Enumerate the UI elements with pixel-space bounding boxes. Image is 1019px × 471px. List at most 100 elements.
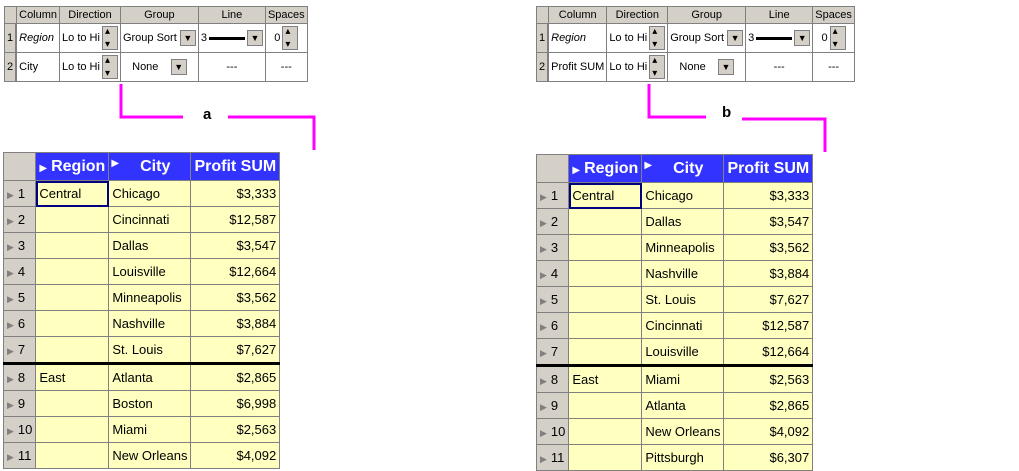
- city-cell[interactable]: Nashville: [641, 260, 725, 287]
- city-cell[interactable]: Chicago: [641, 182, 725, 209]
- region-cell[interactable]: [35, 284, 110, 311]
- region-cell[interactable]: [568, 286, 643, 313]
- region-cell[interactable]: [568, 312, 643, 339]
- city-cell[interactable]: Atlanta: [108, 362, 192, 391]
- profit-cell[interactable]: $4,092: [723, 418, 814, 445]
- row-arrow-icon: ▶: [540, 270, 547, 280]
- table-row[interactable]: ▶ 6 Nashville $3,884: [2, 310, 281, 337]
- city-cell[interactable]: St. Louis: [641, 286, 725, 313]
- profit-cell[interactable]: $2,865: [723, 392, 814, 419]
- region-cell[interactable]: [35, 232, 110, 259]
- region-cell[interactable]: [35, 310, 110, 337]
- table-row[interactable]: ▶ 2 Dallas $3,547: [535, 208, 814, 235]
- table-row[interactable]: ▶ 11 New Orleans $4,092: [2, 442, 281, 469]
- profit-cell[interactable]: $3,884: [190, 310, 281, 337]
- region-header[interactable]: ▶ Region: [35, 152, 110, 181]
- region-cell[interactable]: [35, 258, 110, 285]
- table-row[interactable]: ▶ 9 Atlanta $2,865: [535, 392, 814, 419]
- city-cell[interactable]: Cincinnati: [108, 206, 192, 233]
- city-cell[interactable]: Miami: [641, 364, 725, 393]
- profit-cell[interactable]: $7,627: [190, 336, 281, 364]
- profit-cell[interactable]: $12,587: [723, 312, 814, 339]
- region-cell[interactable]: [35, 336, 110, 364]
- table-row[interactable]: ▶ 7 Louisville $12,664: [535, 338, 814, 366]
- region-header[interactable]: ▶ Region: [568, 154, 643, 183]
- table-row[interactable]: ▶ 10 New Orleans $4,092: [535, 418, 814, 445]
- table-row[interactable]: ▶ 11 Pittsburgh $6,307: [535, 444, 814, 471]
- city-cell[interactable]: Miami: [108, 416, 192, 443]
- region-cell[interactable]: [568, 392, 643, 419]
- profit-cell[interactable]: $3,333: [723, 182, 814, 209]
- region-cell[interactable]: [35, 206, 110, 233]
- profit-cell[interactable]: $2,563: [190, 416, 281, 443]
- row-arrow-icon: ▶: [540, 296, 547, 306]
- profit-cell[interactable]: $7,627: [723, 286, 814, 313]
- profit-cell[interactable]: $3,333: [190, 180, 281, 207]
- table-row[interactable]: ▶ 3 Minneapolis $3,562: [535, 234, 814, 261]
- city-cell[interactable]: Louisville: [108, 258, 192, 285]
- row-number: 6: [550, 318, 559, 333]
- region-cell[interactable]: [568, 418, 643, 445]
- region-cell[interactable]: [568, 208, 643, 235]
- table-row[interactable]: ▶ 10 Miami $2,563: [2, 416, 281, 443]
- city-cell[interactable]: Minneapolis: [108, 284, 192, 311]
- data-grid: ▶ Region ▶ City Profit SUM ▶ 1 Central Chicag…: [535, 154, 814, 471]
- table-row[interactable]: ▶ 5 St. Louis $7,627: [535, 286, 814, 313]
- city-cell[interactable]: St. Louis: [108, 336, 192, 364]
- region-cell[interactable]: Central: [35, 180, 110, 207]
- region-cell[interactable]: [35, 390, 110, 417]
- profit-cell[interactable]: $3,547: [723, 208, 814, 235]
- table-row[interactable]: ▶ 9 Boston $6,998: [2, 390, 281, 417]
- city-header[interactable]: ▶ City: [641, 154, 725, 183]
- city-cell[interactable]: Atlanta: [641, 392, 725, 419]
- region-cell[interactable]: [568, 338, 643, 366]
- table-row[interactable]: ▶ 2 Cincinnati $12,587: [2, 206, 281, 233]
- table-row[interactable]: ▶ 4 Louisville $12,664: [2, 258, 281, 285]
- region-header-label: Region: [51, 157, 106, 175]
- region-cell[interactable]: [35, 416, 110, 443]
- profit-cell[interactable]: $12,587: [190, 206, 281, 233]
- table-row[interactable]: ▶ 5 Minneapolis $3,562: [2, 284, 281, 311]
- city-header[interactable]: ▶ City: [108, 152, 192, 181]
- city-cell[interactable]: Pittsburgh: [641, 444, 725, 471]
- profit-cell[interactable]: $3,562: [190, 284, 281, 311]
- table-row[interactable]: ▶ 8 East Atlanta $2,865: [2, 362, 281, 391]
- city-cell[interactable]: Nashville: [108, 310, 192, 337]
- table-row[interactable]: ▶ 8 East Miami $2,563: [535, 364, 814, 393]
- profit-cell[interactable]: $12,664: [190, 258, 281, 285]
- profit-cell[interactable]: $2,563: [723, 364, 814, 393]
- region-cell[interactable]: [35, 442, 110, 469]
- profit-cell[interactable]: $6,998: [190, 390, 281, 417]
- profit-header[interactable]: Profit SUM: [723, 154, 814, 183]
- region-cell[interactable]: East: [568, 364, 643, 393]
- table-row[interactable]: ▶ 7 St. Louis $7,627: [2, 336, 281, 364]
- city-cell[interactable]: Dallas: [641, 208, 725, 235]
- profit-cell[interactable]: $4,092: [190, 442, 281, 469]
- city-cell[interactable]: New Orleans: [641, 418, 725, 445]
- table-row[interactable]: ▶ 1 Central Chicago $3,333: [2, 180, 281, 207]
- city-cell[interactable]: Chicago: [108, 180, 192, 207]
- table-row[interactable]: ▶ 1 Central Chicago $3,333: [535, 182, 814, 209]
- table-row[interactable]: ▶ 3 Dallas $3,547: [2, 232, 281, 259]
- profit-cell[interactable]: $6,307: [723, 444, 814, 471]
- table-row[interactable]: ▶ 4 Nashville $3,884: [535, 260, 814, 287]
- row-header: ▶ 2: [535, 208, 570, 235]
- profit-cell[interactable]: $3,547: [190, 232, 281, 259]
- city-cell[interactable]: Cincinnati: [641, 312, 725, 339]
- profit-cell[interactable]: $12,664: [723, 338, 814, 366]
- profit-cell[interactable]: $3,884: [723, 260, 814, 287]
- city-cell[interactable]: Boston: [108, 390, 192, 417]
- profit-header[interactable]: Profit SUM: [190, 152, 281, 181]
- city-cell[interactable]: New Orleans: [108, 442, 192, 469]
- city-cell[interactable]: Dallas: [108, 232, 192, 259]
- region-cell[interactable]: [568, 260, 643, 287]
- region-cell[interactable]: [568, 234, 643, 261]
- profit-cell[interactable]: $3,562: [723, 234, 814, 261]
- city-cell[interactable]: Louisville: [641, 338, 725, 366]
- table-row[interactable]: ▶ 6 Cincinnati $12,587: [535, 312, 814, 339]
- city-cell[interactable]: Minneapolis: [641, 234, 725, 261]
- region-cell[interactable]: [568, 444, 643, 471]
- region-cell[interactable]: East: [35, 362, 110, 391]
- profit-cell[interactable]: $2,865: [190, 362, 281, 391]
- region-cell[interactable]: Central: [568, 182, 643, 209]
